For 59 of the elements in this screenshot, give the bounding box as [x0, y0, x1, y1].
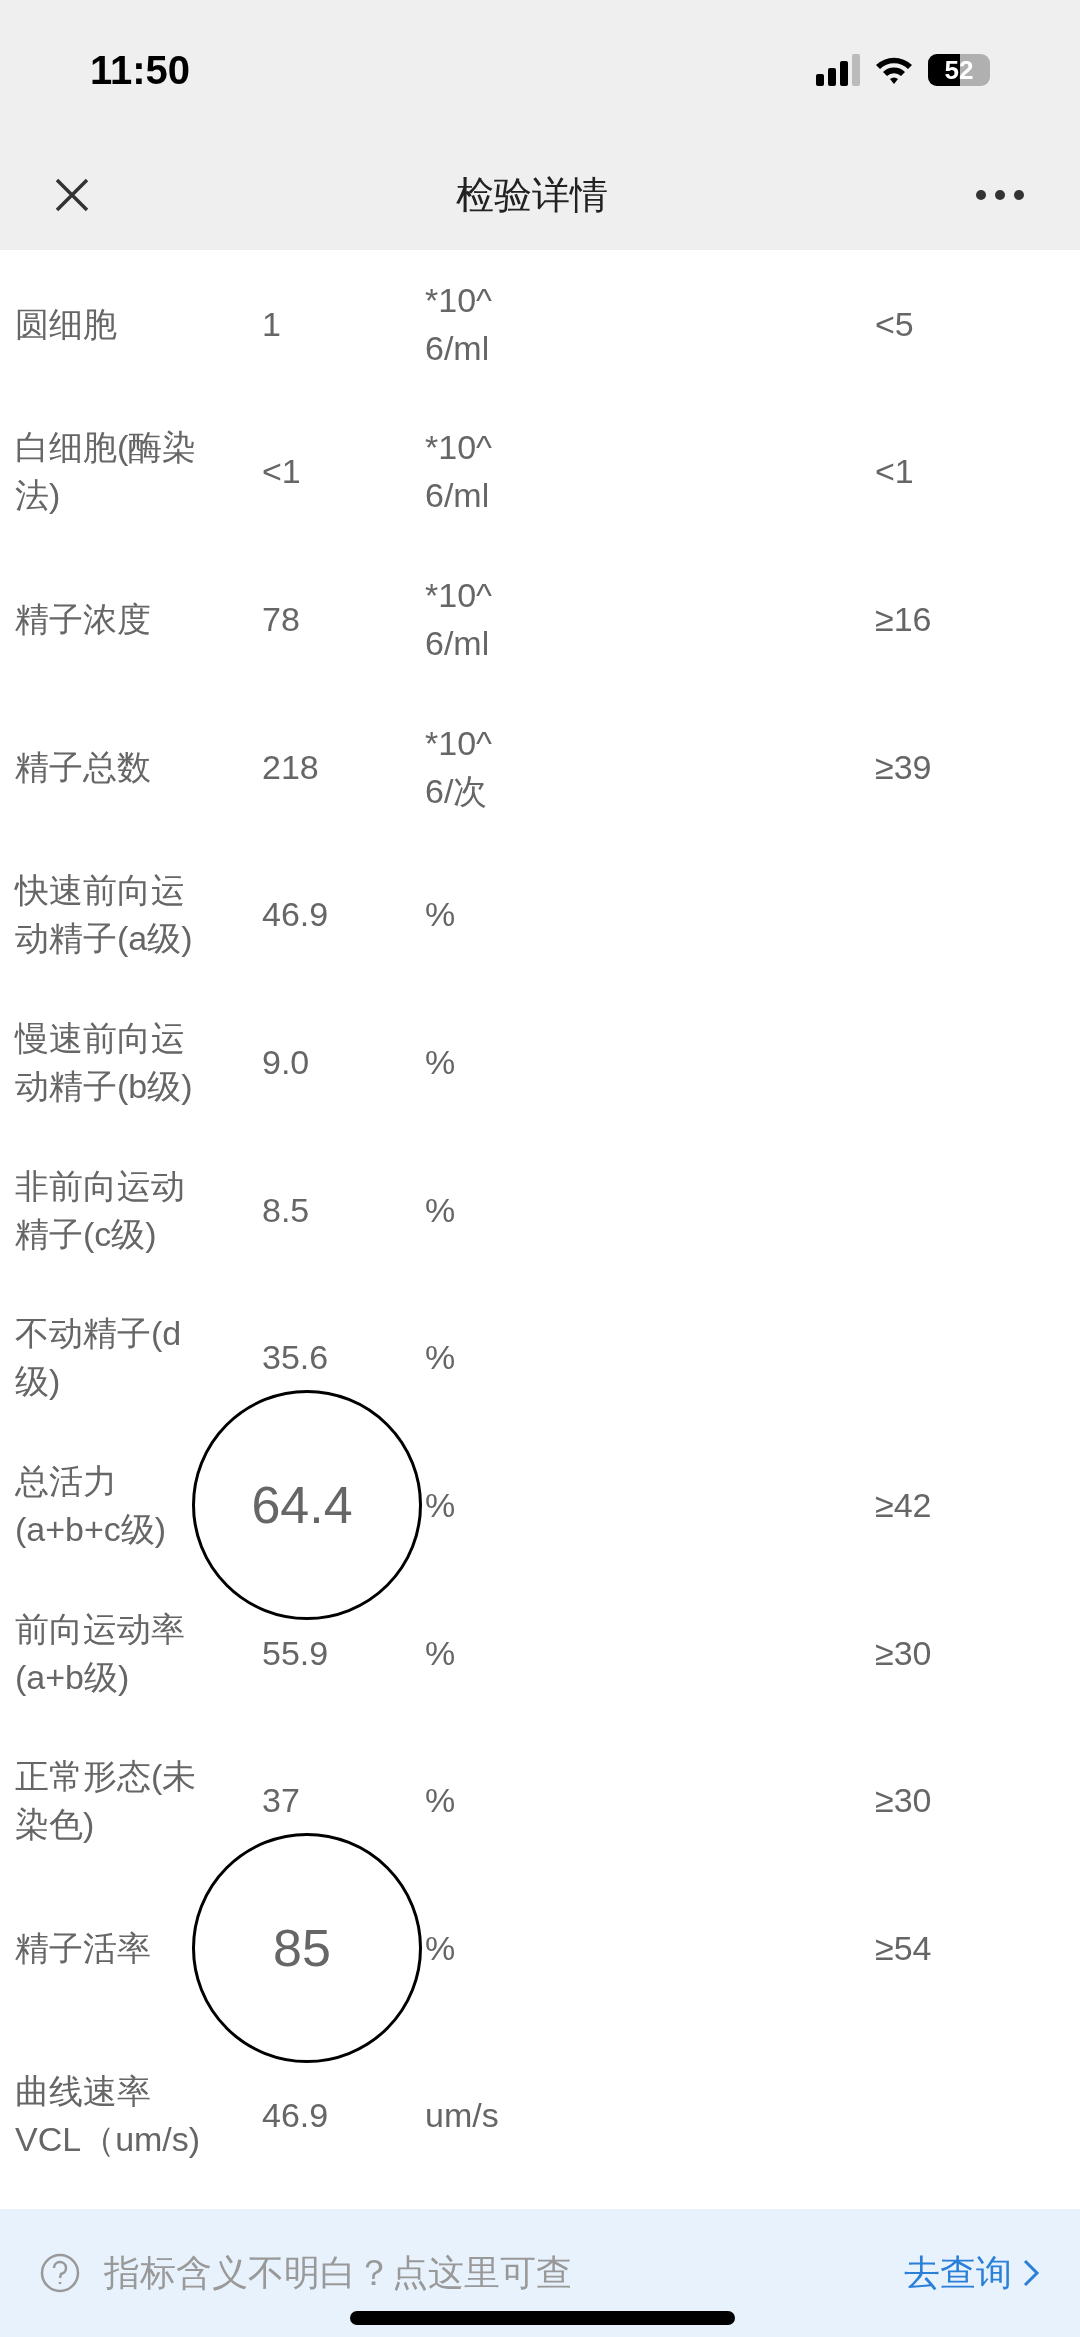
close-button[interactable]	[55, 178, 89, 212]
query-link[interactable]: 去查询	[904, 2246, 1040, 2300]
item-value: 85	[273, 1922, 332, 1975]
reference-range: ≥30	[875, 1633, 932, 1672]
item-name: 精子浓度	[15, 600, 151, 639]
item-unit: *10^6/ml	[425, 280, 492, 367]
item-name: 总活力(a+b+c级)	[15, 1462, 167, 1549]
reference-range: ≥54	[875, 1929, 932, 1968]
item-name: 慢速前向运动精子(b级)	[15, 1019, 193, 1106]
item-unit: *10^6/次	[425, 723, 492, 810]
item-value: 46.9	[262, 894, 329, 936]
item-value: 9.0	[262, 1042, 310, 1084]
item-value: 64.4	[251, 1479, 354, 1532]
item-unit: %	[425, 1043, 456, 1082]
item-value: 8.5	[262, 1189, 310, 1231]
reference-range: ≥42	[875, 1486, 932, 1525]
item-value: 37	[262, 1780, 300, 1822]
item-value: 35.6	[262, 1337, 329, 1379]
wifi-icon	[874, 55, 914, 85]
item-unit: %	[425, 895, 456, 934]
page-title: 检验详情	[456, 172, 608, 218]
item-unit: %	[425, 1633, 456, 1672]
item-name: 正常形态(未染色)	[15, 1757, 197, 1844]
signal-icon	[816, 54, 860, 86]
help-text: 指标含义不明白？点这里可查	[104, 2251, 573, 2295]
item-name: 精子总数	[15, 747, 151, 786]
item-unit: %	[425, 1338, 456, 1377]
item-name: 非前向运动精子(c级)	[15, 1166, 185, 1253]
item-unit: um/s	[425, 2096, 499, 2135]
more-icon	[975, 189, 1025, 201]
item-value: 1	[262, 303, 281, 345]
item-unit: *10^6/ml	[425, 576, 492, 663]
item-unit: %	[425, 1929, 456, 1968]
item-name: 曲线速率VCL（um/s)	[15, 2072, 201, 2159]
item-name: 快速前向运动精子(a级)	[15, 871, 193, 958]
item-unit: %	[425, 1781, 456, 1820]
status-time: 11:50	[90, 47, 191, 94]
chevron-right-icon	[1022, 2258, 1040, 2288]
item-value: 78	[262, 599, 300, 641]
item-unit: *10^6/ml	[425, 428, 492, 515]
item-value: 218	[262, 746, 319, 788]
reference-range: <5	[875, 304, 914, 343]
reference-range: ≥16	[875, 600, 932, 639]
item-unit: %	[425, 1486, 456, 1525]
reference-range: ≥30	[875, 1781, 932, 1820]
item-name: 精子活率	[15, 1929, 151, 1968]
item-value: 46.9	[262, 2095, 329, 2137]
item-name: 白细胞(酶染法)	[15, 428, 197, 515]
item-value: <1	[262, 451, 301, 493]
close-icon	[55, 178, 89, 212]
help-icon	[40, 2253, 80, 2293]
item-value: 55.9	[262, 1632, 329, 1674]
reference-range: ≥39	[875, 747, 932, 786]
reference-range: <1	[875, 452, 914, 491]
more-button[interactable]	[975, 189, 1025, 201]
item-name: 不动精子(d级)	[15, 1314, 182, 1401]
item-unit: %	[425, 1190, 456, 1229]
item-name: 前向运动率(a+b级)	[15, 1609, 185, 1696]
item-name: 圆细胞	[15, 304, 117, 343]
